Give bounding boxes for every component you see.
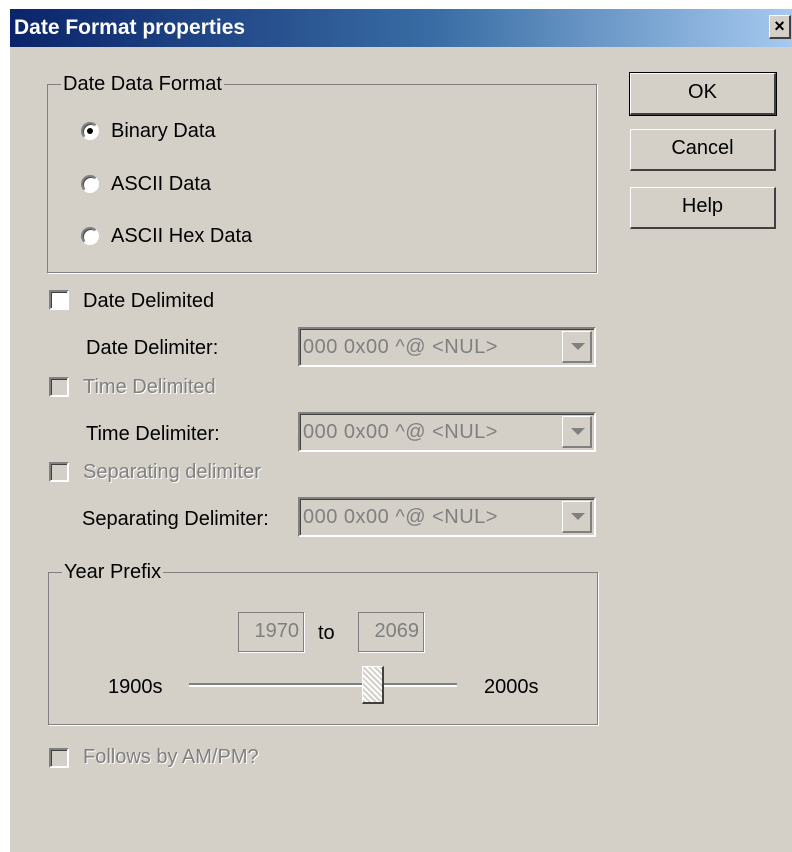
- radio-dot-icon: [87, 128, 93, 134]
- follows-ampm-label[interactable]: Follows by AM/PM?: [83, 746, 259, 769]
- time-delimited-label[interactable]: Time Delimited: [83, 376, 216, 399]
- date-delimited-label[interactable]: Date Delimited: [83, 290, 214, 313]
- time-delimiter-dropdown[interactable]: 000 0x00 ^@ <NUL>: [298, 412, 596, 452]
- ascii-data-label[interactable]: ASCII Data: [111, 173, 211, 196]
- ok-button[interactable]: OK: [629, 72, 777, 116]
- cancel-button[interactable]: Cancel: [630, 129, 776, 171]
- year-from-field: 1970: [238, 612, 304, 652]
- time-delimiter-value: 000 0x00 ^@ <NUL>: [303, 421, 498, 443]
- year-slider-thumb[interactable]: [362, 666, 384, 704]
- slider-min-label: 1900s: [108, 676, 163, 698]
- date-delimited-checkbox[interactable]: [49, 290, 69, 310]
- year-slider-track[interactable]: [189, 683, 457, 687]
- year-to-label: to: [318, 622, 335, 644]
- separating-delimiter-dropdown[interactable]: 000 0x00 ^@ <NUL>: [298, 497, 596, 537]
- separating-delimiter-check-label[interactable]: Separating delimiter: [83, 461, 261, 484]
- year-to-field: 2069: [358, 612, 424, 652]
- date-delimiter-dropdown[interactable]: 000 0x00 ^@ <NUL>: [298, 327, 596, 367]
- date-delimiter-value: 000 0x00 ^@ <NUL>: [303, 336, 498, 358]
- close-button[interactable]: ×: [769, 15, 791, 39]
- title-bar[interactable]: Date Format properties ×: [10, 9, 792, 47]
- time-delimited-checkbox[interactable]: [49, 377, 69, 397]
- separating-delimiter-value: 000 0x00 ^@ <NUL>: [303, 506, 498, 528]
- binary-data-radio[interactable]: [81, 122, 99, 140]
- separating-delimiter-checkbox[interactable]: [49, 462, 69, 482]
- follows-ampm-checkbox[interactable]: [49, 748, 69, 768]
- ascii-data-radio[interactable]: [81, 175, 99, 193]
- window-title: Date Format properties: [14, 16, 246, 39]
- chevron-down-icon[interactable]: [562, 501, 592, 533]
- help-button[interactable]: Help: [630, 187, 776, 229]
- slider-max-label: 2000s: [484, 676, 539, 698]
- ascii-hex-data-label[interactable]: ASCII Hex Data: [111, 225, 252, 248]
- year-prefix-legend: Year Prefix: [62, 561, 164, 584]
- chevron-down-icon[interactable]: [562, 331, 592, 363]
- time-delimiter-label: Time Delimiter:: [86, 423, 220, 445]
- ascii-hex-data-radio[interactable]: [81, 227, 99, 245]
- chevron-down-icon[interactable]: [562, 416, 592, 448]
- separating-delimiter-label: Separating Delimiter:: [82, 508, 269, 530]
- binary-data-label[interactable]: Binary Data: [111, 120, 216, 143]
- date-data-format-legend: Date Data Format: [61, 73, 224, 96]
- year-prefix-group: [48, 572, 598, 725]
- date-delimiter-label: Date Delimiter:: [86, 337, 219, 359]
